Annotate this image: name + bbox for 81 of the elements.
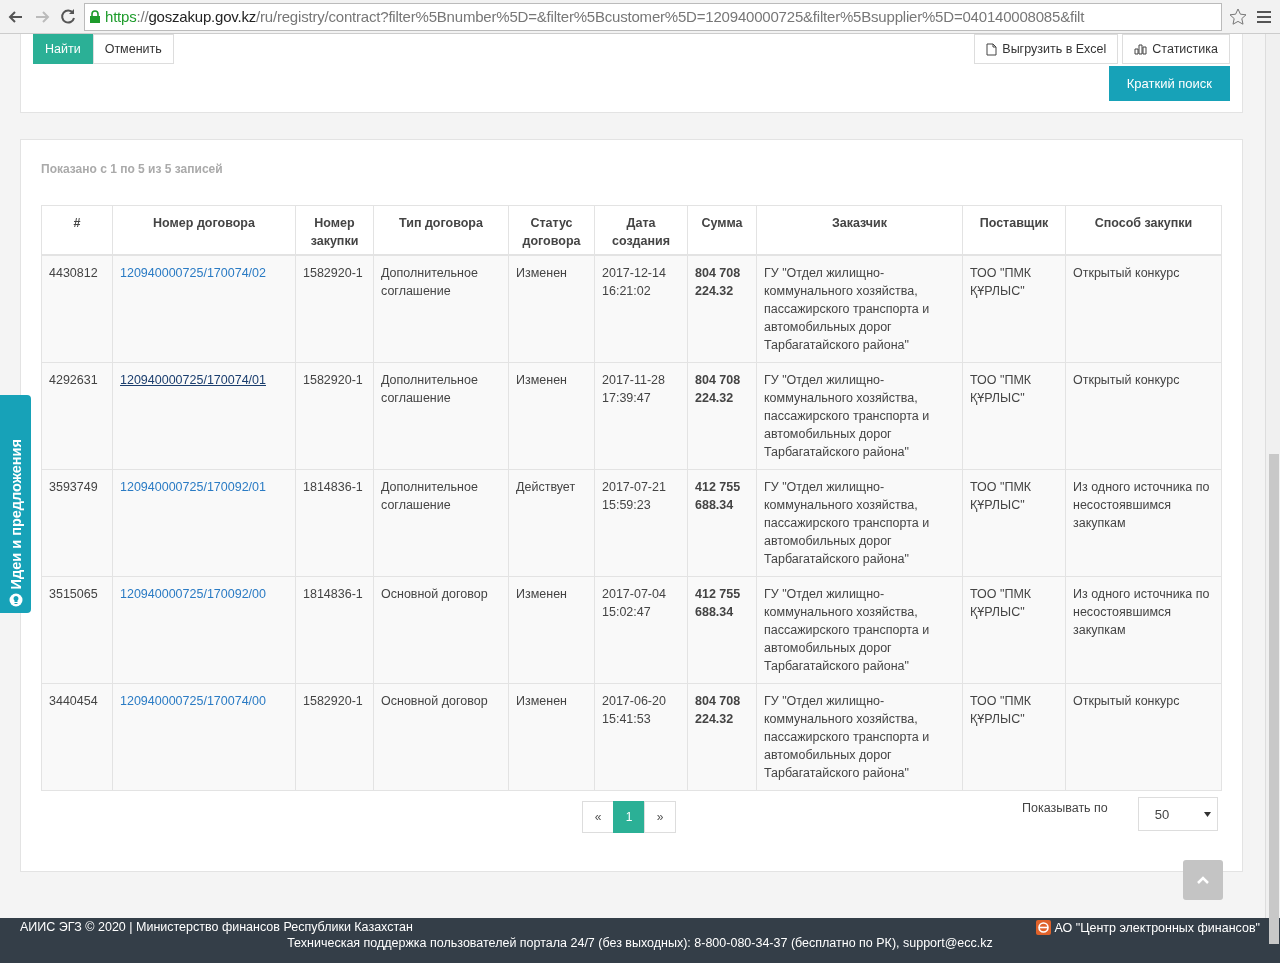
- table-cell: ТОО "ПМК ҚҰРЛЫС": [962, 576, 1066, 684]
- table-cell: 804 708 224.32: [687, 255, 757, 363]
- contract-link[interactable]: 120940000725/170074/01: [120, 373, 266, 387]
- table-cell: 3515065: [41, 576, 113, 684]
- table-cell: Из одного источника по несостоявшимся закупкам: [1065, 576, 1222, 684]
- footer-copyright: АИИС ЭГЗ © 2020 | Министерство финансов Республики Казахстан: [20, 920, 413, 935]
- column-header: #: [41, 205, 113, 255]
- records-summary: Показано с 1 по 5 из 5 записей: [41, 162, 224, 176]
- column-header: Тип договора: [373, 205, 509, 255]
- cancel-button[interactable]: Отменить: [92, 34, 174, 64]
- contract-link[interactable]: 120940000725/170092/01: [120, 480, 266, 494]
- table-cell: 2017-07-04 15:02:47: [594, 576, 688, 684]
- dropdown-caret-icon: [1203, 811, 1211, 817]
- table-cell: 3440454: [41, 683, 113, 791]
- table-cell: Открытый конкурс: [1065, 255, 1222, 363]
- table-cell: Дополнительное соглашение: [373, 362, 509, 470]
- column-header: Способ закупки: [1065, 205, 1222, 255]
- table-cell: 4430812: [41, 255, 113, 363]
- contract-link[interactable]: 120940000725/170074/00: [120, 694, 266, 708]
- table-cell: ТОО "ПМК ҚҰРЛЫС": [962, 362, 1066, 470]
- page-size-select[interactable]: 50: [1137, 797, 1218, 831]
- table-cell: Изменен: [508, 255, 595, 363]
- table-cell: Дополнительное соглашение: [373, 469, 509, 577]
- table-cell: ТОО "ПМК ҚҰРЛЫС": [962, 255, 1066, 363]
- e-logo-icon: [1035, 920, 1051, 935]
- table-cell: 3593749: [41, 469, 113, 577]
- document-icon: [986, 42, 998, 56]
- table-cell: 2017-06-20 15:41:53: [594, 683, 688, 791]
- table-cell: ГУ "Отдел жилищно-коммунального хозяйства, пассажирского транспорта и автомобильных дорог Тарбагатайского района": [756, 683, 963, 791]
- table-cell: 804 708 224.32: [687, 362, 757, 470]
- table-cell: 2017-07-21 15:59:23: [594, 469, 688, 577]
- statistics-button[interactable]: Статистика: [1122, 34, 1230, 64]
- support-info: Техническая поддержка пользователей портала 24/7 (без выходных): 8-800-080-34-37 (бесплатно по РК), support@ecc.kz: [286, 936, 994, 950]
- contract-link[interactable]: 120940000725/170074/02: [120, 266, 266, 280]
- address-bar[interactable]: https://goszakup.gov.kz/ru/registry/contract?filter%5Bnumber%5D=&filter%5Bcustomer%5D=120940000725&filter%5Bsupplier%5D=040140008085&filt: [84, 2, 1222, 31]
- table-cell: ГУ "Отдел жилищно-коммунального хозяйства, пассажирского транспорта и автомобильных дорог Тарбагатайского района": [756, 362, 963, 470]
- bar-chart-icon: [1134, 43, 1148, 55]
- footer-company: АО "Центр электронных финансов": [1054, 920, 1260, 935]
- column-header: Статус договора: [508, 205, 595, 255]
- table-cell: Основной договор: [373, 576, 509, 684]
- page-size-label: Показывать по: [1022, 801, 1108, 815]
- column-header: Номер закупки: [295, 205, 374, 255]
- table-cell: Из одного источника по несостоявшимся закупкам: [1065, 469, 1222, 577]
- scrollbar-thumb[interactable]: [1269, 454, 1279, 944]
- padlock-icon: [89, 9, 101, 24]
- table-cell: 2017-12-14 16:21:02: [594, 255, 688, 363]
- table-cell: 1582920-1: [295, 255, 374, 363]
- table-cell: Действует: [508, 469, 595, 577]
- column-header: Дата создания: [594, 205, 688, 255]
- table-cell: 804 708 224.32: [687, 683, 757, 791]
- lightbulb-icon: [8, 593, 23, 607]
- column-header: Поставщик: [962, 205, 1066, 255]
- table-cell: Дополнительное соглашение: [373, 255, 509, 363]
- table-cell: 4292631: [41, 362, 113, 470]
- table-cell: ГУ "Отдел жилищно-коммунального хозяйства, пассажирского транспорта и автомобильных дорог Тарбагатайского района": [756, 469, 963, 577]
- column-header: Номер договора: [112, 205, 296, 255]
- table-cell: 1814836-1: [295, 469, 374, 577]
- table-cell: 412 755 688.34: [687, 469, 757, 577]
- table-cell: ТОО "ПМК ҚҰРЛЫС": [962, 683, 1066, 791]
- table-cell: 1582920-1: [295, 362, 374, 470]
- table-cell: Открытый конкурс: [1065, 683, 1222, 791]
- table-cell: Открытый конкурс: [1065, 362, 1222, 470]
- table-cell: 2017-11-28 17:39:47: [594, 362, 688, 470]
- export-button[interactable]: Выгрузить в Excel: [974, 34, 1119, 64]
- column-header: Заказчик: [756, 205, 963, 255]
- previous-page-button[interactable]: «: [582, 801, 614, 833]
- column-header: Сумма: [687, 205, 757, 255]
- table-cell: Изменен: [508, 362, 595, 470]
- table-cell: 1814836-1: [295, 576, 374, 684]
- table-cell: Основной договор: [373, 683, 509, 791]
- caret-icon: [1197, 876, 1209, 884]
- table-cell: 412 755 688.34: [687, 576, 757, 684]
- table-cell: ГУ "Отдел жилищно-коммунального хозяйства, пассажирского транспорта и автомобильных дорог Тарбагатайского района": [756, 255, 963, 363]
- table-cell: 1582920-1: [295, 683, 374, 791]
- contract-link[interactable]: 120940000725/170092/00: [120, 587, 266, 601]
- table-cell: Изменен: [508, 683, 595, 791]
- table-cell: ГУ "Отдел жилищно-коммунального хозяйства, пассажирского транспорта и автомобильных дорог Тарбагатайского района": [756, 576, 963, 684]
- star-icon[interactable]: [1228, 6, 1248, 27]
- next-page-button[interactable]: »: [644, 801, 676, 833]
- table-cell: Изменен: [508, 576, 595, 684]
- table-cell: ТОО "ПМК ҚҰРЛЫС": [962, 469, 1066, 577]
